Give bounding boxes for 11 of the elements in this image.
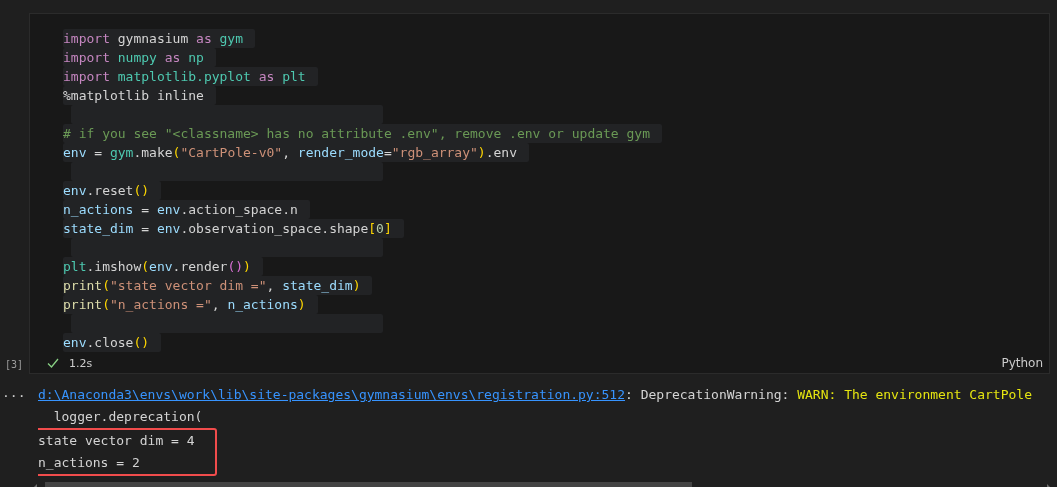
warning-message: WARN: The environment CartPole (797, 387, 1032, 402)
file-link[interactable]: d:\Anaconda3\envs\work\lib\site-packages\gymnasium\envs\registration.py:512 (38, 387, 625, 402)
warning-label: : DeprecationWarning: (625, 387, 791, 402)
output-line: state vector dim = 4 (38, 432, 195, 450)
output-menu[interactable]: ... (0, 384, 38, 402)
output-line: n_actions = 2 (38, 454, 140, 472)
execution-count: [3] (4, 359, 25, 372)
language-label[interactable]: Python (1001, 356, 1043, 370)
run-duration: 1.2s (69, 356, 93, 370)
checkmark-icon (47, 357, 59, 369)
output-line: logger.deprecation( (52, 408, 203, 426)
